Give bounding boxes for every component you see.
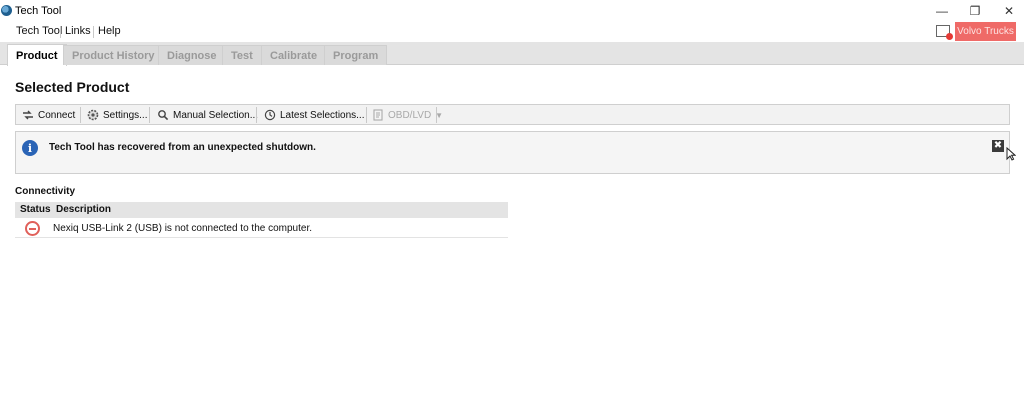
minimize-button[interactable]: — <box>927 2 957 20</box>
obd-lvd-label: OBD/LVD <box>388 109 432 121</box>
toolbar: Connect Settings... Manual Selection... … <box>15 104 1010 125</box>
search-icon <box>157 109 169 121</box>
column-status: Status <box>20 204 51 215</box>
toolbar-separator <box>149 107 150 123</box>
close-window-button[interactable]: ✕ <box>994 2 1024 20</box>
app-logo-icon <box>1 5 12 16</box>
table-row[interactable]: Nexiq USB-Link 2 (USB) is not connected … <box>15 219 508 238</box>
column-description: Description <box>56 204 112 215</box>
toolbar-separator <box>80 107 81 123</box>
gear-icon <box>87 109 99 121</box>
tab-product-history[interactable]: Product History <box>63 45 164 65</box>
manual-selection-button[interactable]: Manual Selection... <box>153 106 262 124</box>
row-description: Nexiq USB-Link 2 (USB) is not connected … <box>53 223 313 234</box>
menu-links[interactable]: Links <box>61 25 95 37</box>
info-banner: i Tech Tool has recovered from an unexpe… <box>15 131 1010 174</box>
clock-icon <box>264 109 276 121</box>
tab-diagnose[interactable]: Diagnose <box>158 45 226 65</box>
tab-test[interactable]: Test <box>222 45 262 65</box>
latest-selections-button[interactable]: Latest Selections... <box>260 106 369 124</box>
menu-help[interactable]: Help <box>94 25 125 37</box>
connect-button[interactable]: Connect <box>18 106 79 124</box>
settings-label: Settings... <box>103 109 148 121</box>
latest-selections-label: Latest Selections... <box>280 109 365 121</box>
not-connected-icon <box>25 221 40 236</box>
info-icon: i <box>22 140 38 156</box>
connect-icon <box>22 109 34 121</box>
connectivity-table-header: Status Description <box>15 202 508 218</box>
toolbar-separator <box>366 107 367 123</box>
settings-button[interactable]: Settings... <box>83 106 151 124</box>
page-title: Selected Product <box>15 79 130 95</box>
restore-button[interactable]: ❐ <box>960 2 990 20</box>
close-banner-button[interactable]: ✖ <box>992 140 1004 152</box>
tab-calibrate[interactable]: Calibrate <box>261 45 327 65</box>
message-notification-icon[interactable] <box>936 25 953 40</box>
toolbar-separator <box>256 107 257 123</box>
document-icon <box>372 109 384 121</box>
tab-product[interactable]: Product <box>7 44 67 66</box>
connectivity-title: Connectivity <box>15 186 76 197</box>
tab-bar: Product Product History Diagnose Test Ca… <box>0 42 1024 66</box>
toolbar-separator <box>436 107 437 123</box>
mouse-cursor-icon <box>1006 146 1017 164</box>
brand-button[interactable]: Volvo Trucks <box>955 22 1016 41</box>
info-message: Tech Tool has recovered from an unexpect… <box>49 142 316 153</box>
title-bar: Tech Tool — ❐ ✕ <box>0 0 1024 22</box>
manual-selection-label: Manual Selection... <box>173 109 259 121</box>
window-title: Tech Tool <box>15 5 62 17</box>
tab-program[interactable]: Program <box>324 45 388 65</box>
menu-bar: Tech Tool Links Help <box>0 22 1024 42</box>
menu-tech-tool[interactable]: Tech Tool <box>12 25 66 37</box>
connect-label: Connect <box>38 109 76 121</box>
